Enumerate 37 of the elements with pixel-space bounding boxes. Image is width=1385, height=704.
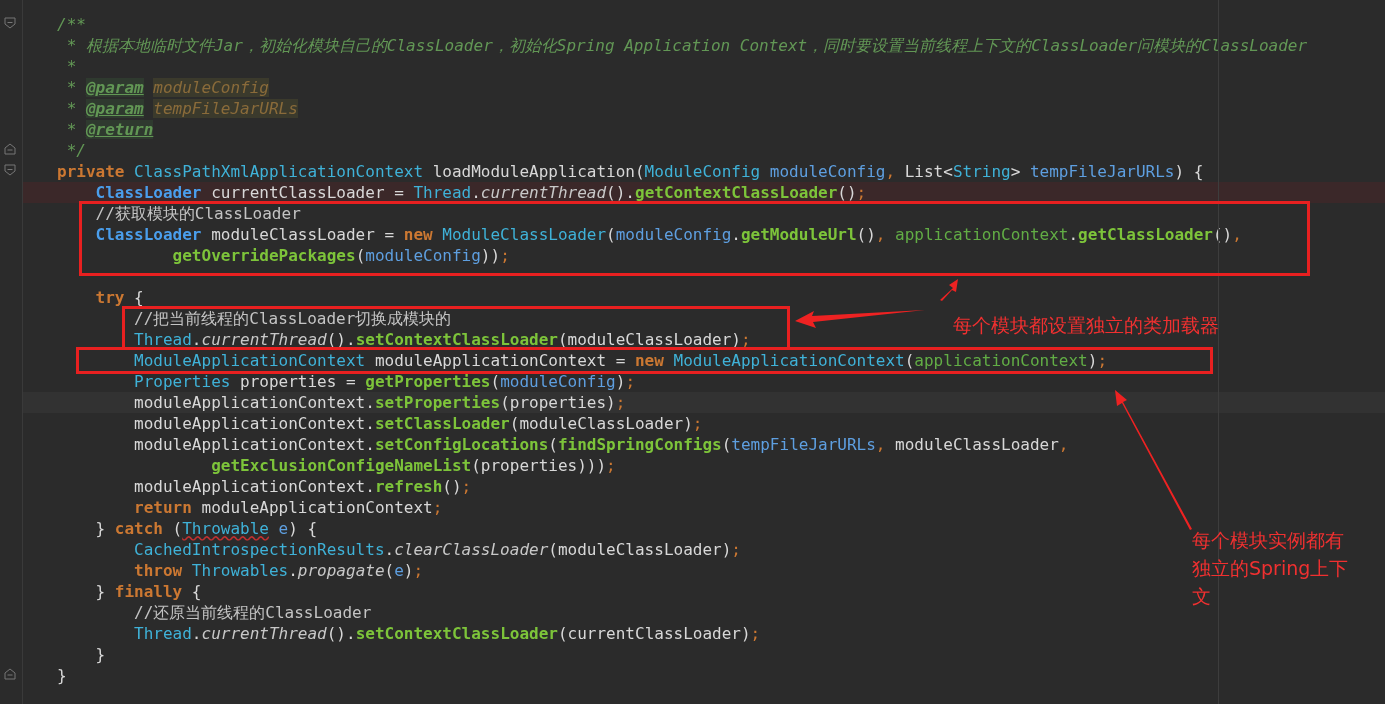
fold-icon[interactable] xyxy=(4,143,16,155)
code-line: ModuleApplicationContext moduleApplicationContext = new ModuleApplicationContext(applicationContext); xyxy=(134,353,1107,368)
annotation-text: 每个模块实例都有独立的Spring上下文 xyxy=(1192,528,1350,609)
code-line: Thread.currentThread().setContextClassLoader(moduleClassLoader); xyxy=(134,332,751,347)
code-line: * @param moduleConfig xyxy=(65,80,269,95)
code-line: Properties properties = getProperties(moduleConfig); xyxy=(134,374,635,389)
code-line: ClassLoader currentClassLoader = Thread.currentThread().getContextClassLoader(); xyxy=(95,185,867,200)
arrow xyxy=(940,279,958,301)
code-line: //把当前线程的ClassLoader切换成模块的 xyxy=(134,311,452,326)
code-line: getOverridePackages(moduleConfig)); xyxy=(172,248,510,263)
code-line: * 根据本地临时文件Jar，初始化模块自己的ClassLoader，初始化Spring Application Context，同时要设置当前线程上下文的ClassLoader问模块的ClassLoader xyxy=(65,38,1308,53)
code-line: * @param tempFileJarURLs xyxy=(65,101,298,116)
code-line: moduleApplicationContext.setClassLoader(moduleClassLoader); xyxy=(134,416,703,431)
code-line: //获取模块的ClassLoader xyxy=(95,206,301,221)
code-line: //还原当前线程的ClassLoader xyxy=(134,605,372,620)
code-line: } xyxy=(95,647,106,662)
fold-icon[interactable] xyxy=(4,164,16,176)
code-line: /** xyxy=(57,17,86,32)
fold-icon[interactable] xyxy=(4,17,16,29)
fold-icon[interactable] xyxy=(4,668,16,680)
code-line: */ xyxy=(65,143,86,158)
code-line: throw Throwables.propagate(e); xyxy=(134,563,424,578)
code-line: Thread.currentThread().setContextClassLoader(currentClassLoader); xyxy=(134,626,761,641)
code-line: return moduleApplicationContext; xyxy=(134,500,443,515)
code-line: private ClassPathXmlApplicationContext loadModuleApplication(ModuleConfig moduleConfig, List<String> tempFileJarURLs) { xyxy=(57,164,1204,179)
code-line: moduleApplicationContext.setProperties(properties); xyxy=(134,395,626,410)
code-line: } xyxy=(57,668,67,683)
code-line: moduleApplicationContext.setConfigLocations(findSpringConfigs(tempFileJarURLs, moduleClassLoader, xyxy=(134,437,1069,452)
code-line: moduleApplicationContext.refresh(); xyxy=(134,479,472,494)
code-line: * xyxy=(65,59,77,74)
annotation-text: 每个模块都设置独立的类加载器 xyxy=(953,313,1219,338)
code-line: try { xyxy=(95,290,144,305)
code-line: * @return xyxy=(65,122,155,137)
code-line: } finally { xyxy=(95,584,202,599)
code-line: } catch (Throwable e) { xyxy=(95,521,318,536)
code-line: getExclusionConfigeNameList(properties))); xyxy=(211,458,616,473)
code-line: CachedIntrospectionResults.clearClassLoader(moduleClassLoader); xyxy=(134,542,741,557)
